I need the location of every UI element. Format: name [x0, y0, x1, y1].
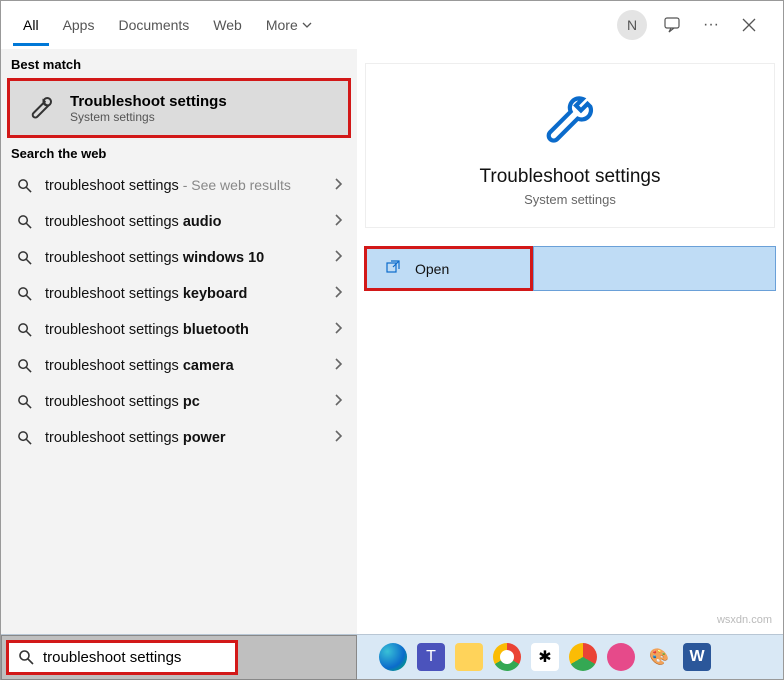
taskbar: T ✱ 🎨 W [1, 634, 783, 679]
taskbar-app-chrome[interactable] [493, 643, 521, 671]
chevron-right-icon [333, 249, 343, 265]
more-options-icon[interactable]: ··· [699, 13, 723, 37]
web-result-text: troubleshoot settings windows 10 [45, 249, 321, 266]
chevron-right-icon [333, 321, 343, 337]
open-icon [385, 259, 401, 278]
taskbar-app-edge[interactable] [379, 643, 407, 671]
preview-title: Troubleshoot settings [376, 166, 764, 188]
tab-all[interactable]: All [13, 5, 49, 46]
taskbar-app-chrome-canary[interactable] [569, 643, 597, 671]
web-result[interactable]: troubleshoot settings windows 10 [1, 239, 357, 275]
web-result-text: troubleshoot settings bluetooth [45, 321, 321, 338]
taskbar-app-explorer[interactable] [455, 643, 483, 671]
web-result[interactable]: troubleshoot settings bluetooth [1, 311, 357, 347]
search-icon [15, 356, 33, 374]
search-icon [15, 428, 33, 446]
taskbar-app-paint[interactable]: 🎨 [645, 643, 673, 671]
web-result[interactable]: troubleshoot settings camera [1, 347, 357, 383]
search-icon [15, 248, 33, 266]
taskbar-search-box[interactable] [6, 640, 238, 675]
open-button[interactable]: Open [364, 246, 533, 291]
search-icon [15, 392, 33, 410]
preview-subtitle: System settings [376, 192, 764, 207]
best-match-label: Best match [1, 49, 357, 78]
user-avatar[interactable]: N [617, 10, 647, 40]
wrench-icon [24, 91, 58, 125]
best-match-result[interactable]: Troubleshoot settings System settings [7, 78, 351, 138]
close-icon[interactable] [737, 13, 761, 37]
chevron-right-icon [333, 429, 343, 445]
taskbar-app-teams[interactable]: T [417, 643, 445, 671]
results-column: Best match Troubleshoot settings System … [1, 49, 357, 634]
tab-apps[interactable]: Apps [53, 5, 105, 46]
feedback-icon[interactable] [661, 13, 685, 37]
preview-card: Troubleshoot settings System settings [365, 63, 775, 228]
tab-more-label: More [266, 17, 298, 33]
search-icon [15, 320, 33, 338]
taskbar-app-word[interactable]: W [683, 643, 711, 671]
taskbar-app-snip[interactable] [607, 643, 635, 671]
web-result-text: troubleshoot settings power [45, 429, 321, 446]
best-match-title: Troubleshoot settings [70, 93, 227, 110]
preview-column: Troubleshoot settings System settings Op… [357, 49, 783, 634]
web-result[interactable]: troubleshoot settings power [1, 419, 357, 455]
open-button-extra[interactable] [533, 246, 776, 291]
search-icon [17, 648, 35, 666]
best-match-subtitle: System settings [70, 110, 227, 124]
tab-documents[interactable]: Documents [108, 5, 199, 46]
chevron-right-icon [333, 213, 343, 229]
chevron-down-icon [302, 17, 312, 33]
tab-web[interactable]: Web [203, 5, 252, 46]
chevron-right-icon [333, 357, 343, 373]
chevron-right-icon [333, 285, 343, 301]
search-input[interactable] [43, 649, 242, 666]
tab-more[interactable]: More [256, 5, 322, 46]
search-icon [15, 176, 33, 194]
web-result-text: troubleshoot settings keyboard [45, 285, 321, 302]
chevron-right-icon [333, 393, 343, 409]
taskbar-app-slack[interactable]: ✱ [531, 643, 559, 671]
web-result[interactable]: troubleshoot settings pc [1, 383, 357, 419]
open-label: Open [415, 261, 449, 277]
watermark: wsxdn.com [717, 614, 772, 626]
web-result-text: troubleshoot settings audio [45, 213, 321, 230]
filter-tabs: All Apps Documents Web More N ··· [1, 1, 783, 49]
search-icon [15, 212, 33, 230]
search-icon [15, 284, 33, 302]
web-result[interactable]: troubleshoot settings keyboard [1, 275, 357, 311]
web-result[interactable]: troubleshoot settings - See web results [1, 167, 357, 203]
web-result-text: troubleshoot settings pc [45, 393, 321, 410]
wrench-icon [538, 88, 602, 152]
web-result-text: troubleshoot settings - See web results [45, 177, 321, 194]
web-result-text: troubleshoot settings camera [45, 357, 321, 374]
web-result[interactable]: troubleshoot settings audio [1, 203, 357, 239]
chevron-right-icon [333, 177, 343, 193]
search-web-label: Search the web [1, 138, 357, 167]
